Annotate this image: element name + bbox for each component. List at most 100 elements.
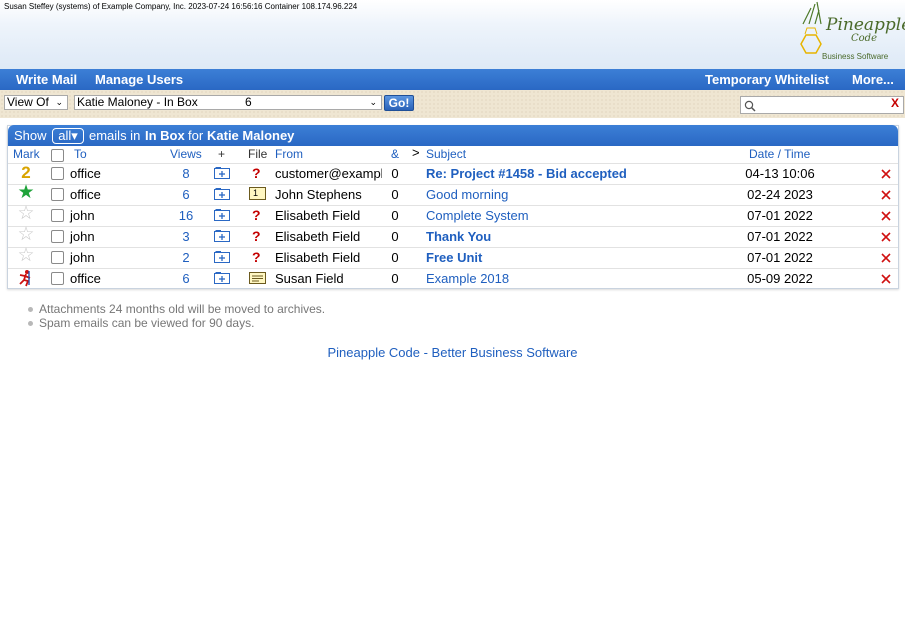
row-checkbox[interactable] (51, 188, 64, 201)
row-to: john (70, 250, 95, 265)
row-from: customer@example (275, 166, 382, 181)
col-views[interactable]: Views (170, 147, 202, 161)
delete-icon[interactable] (880, 252, 892, 264)
unknown-file-icon[interactable]: ? (252, 165, 261, 181)
row-to: office (70, 187, 101, 202)
header-bar: Susan Steffey (systems) of Example Compa… (0, 0, 905, 70)
logo-tagline: Business Software (822, 52, 889, 61)
row-checkbox[interactable] (51, 272, 64, 285)
document-icon[interactable] (249, 272, 266, 284)
star-outline-icon[interactable]: ☆ (16, 204, 36, 223)
add-note-icon[interactable] (214, 209, 230, 221)
view-of-select[interactable]: View Of ⌄ (4, 95, 68, 110)
col-subject[interactable]: Subject (426, 147, 466, 161)
unknown-file-icon[interactable]: ? (252, 207, 261, 223)
search-icon (744, 100, 756, 112)
row-views[interactable]: 3 (171, 229, 201, 244)
star-outline-icon[interactable]: ☆ (16, 225, 36, 244)
user-name: Katie Maloney (207, 128, 295, 143)
row-views[interactable]: 2 (171, 250, 201, 265)
row-checkbox[interactable] (51, 230, 64, 243)
col-datetime[interactable]: Date / Time (749, 147, 810, 161)
row-subject[interactable]: Free Unit (426, 250, 482, 265)
row-views[interactable]: 8 (171, 166, 201, 181)
row-date: 02-24 2023 (747, 187, 813, 202)
col-chevron[interactable]: > (412, 145, 420, 160)
search-input[interactable] (740, 96, 904, 114)
row-views[interactable]: 6 (171, 187, 201, 202)
row-to: office (70, 166, 101, 181)
delete-icon[interactable] (880, 210, 892, 222)
go-button[interactable]: Go! (384, 95, 414, 111)
row-amp: 0 (391, 271, 399, 286)
row-views[interactable]: 16 (171, 208, 201, 223)
row-date: 07-01 2022 (747, 250, 813, 265)
row-subject[interactable]: Thank You (426, 229, 491, 244)
delete-icon[interactable] (880, 168, 892, 180)
star-outline-icon[interactable]: ☆ (16, 246, 36, 265)
star-filled-icon[interactable]: ★ (16, 183, 36, 202)
nav-manage-users[interactable]: Manage Users (95, 72, 183, 87)
bullet-icon (28, 321, 33, 327)
col-to[interactable]: To (74, 147, 87, 161)
row-from: Elisabeth Field (275, 229, 361, 244)
row-date: 04-13 10:06 (745, 166, 815, 181)
search-clear-button[interactable]: X (891, 96, 899, 110)
chevron-down-icon: ⌄ (55, 97, 63, 107)
row-subject[interactable]: Re: Project #1458 - Bid accepted (426, 166, 627, 181)
add-note-icon[interactable] (214, 230, 230, 242)
add-note-icon[interactable] (214, 188, 230, 200)
col-amp[interactable]: & (391, 147, 399, 161)
row-checkbox[interactable] (51, 167, 64, 180)
col-plus: + (218, 147, 226, 161)
row-subject[interactable]: Good morning (426, 187, 508, 202)
row-to: john (70, 229, 95, 244)
panel-header: Show emails in In Box for Katie Maloney (8, 125, 898, 146)
row-amp: 0 (391, 250, 399, 265)
row-checkbox[interactable] (51, 251, 64, 264)
unknown-file-icon[interactable]: ? (252, 249, 261, 265)
mailbox-select[interactable]: Katie Maloney - In Box 6 ⌄ (74, 95, 382, 110)
for-label: for (188, 128, 204, 143)
row-amp: 0 (391, 208, 399, 223)
notes-list: Attachments 24 months old will be moved … (28, 302, 325, 330)
add-note-icon[interactable] (214, 251, 230, 263)
runner-flag-icon[interactable] (16, 269, 36, 287)
row-subject[interactable]: Example 2018 (426, 271, 509, 286)
select-all-checkbox[interactable] (51, 149, 64, 162)
logo-subword: Code (851, 33, 877, 44)
delete-icon[interactable] (880, 273, 892, 285)
list-item: Spam emails can be viewed for 90 days. (28, 316, 325, 330)
folder-name: In Box (145, 128, 185, 143)
note-text: Spam emails can be viewed for 90 days. (39, 316, 255, 330)
row-date: 07-01 2022 (747, 208, 813, 223)
delete-icon[interactable] (880, 189, 892, 201)
row-checkbox[interactable] (51, 209, 64, 222)
row-amp: 0 (391, 229, 399, 244)
nav-temporary-whitelist[interactable]: Temporary Whitelist (705, 72, 829, 87)
attachment-count-icon[interactable]: 1 (249, 187, 266, 200)
main-nav: Write Mail Manage Users Temporary Whitel… (0, 69, 905, 90)
unknown-file-icon[interactable]: ? (252, 228, 261, 244)
logo-wordmark: Pineapple (826, 15, 905, 35)
row-views[interactable]: 6 (171, 271, 201, 286)
row-amp: 0 (391, 187, 399, 202)
row-from: Elisabeth Field (275, 250, 361, 265)
col-mark[interactable]: Mark (13, 147, 40, 161)
row-subject[interactable]: Complete System (426, 208, 529, 223)
show-filter-select[interactable]: all▾ (52, 128, 84, 144)
add-note-icon[interactable] (214, 272, 230, 284)
delete-icon[interactable] (880, 231, 892, 243)
row-date: 05-09 2022 (747, 271, 813, 286)
row-date: 07-01 2022 (747, 229, 813, 244)
footer-link[interactable]: Pineapple Code - Better Business Softwar… (0, 345, 905, 360)
col-from[interactable]: From (275, 147, 303, 161)
nav-write-mail[interactable]: Write Mail (16, 72, 77, 87)
nav-more[interactable]: More... (852, 72, 894, 87)
row-amp: 0 (391, 166, 399, 181)
mark-flag[interactable]: 2 (16, 164, 36, 182)
note-text: Attachments 24 months old will be moved … (39, 302, 326, 316)
mailbox-count: 6 (245, 95, 252, 109)
add-note-icon[interactable] (214, 167, 230, 179)
list-item: Attachments 24 months old will be moved … (28, 302, 325, 316)
